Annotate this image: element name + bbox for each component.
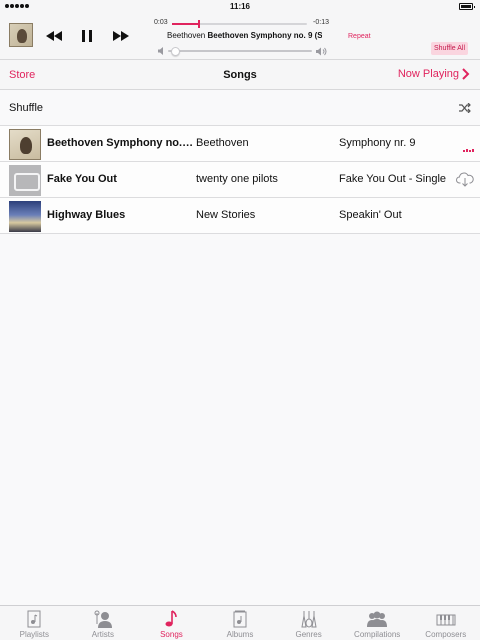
store-button[interactable]: Store xyxy=(9,69,35,81)
tab-label: Genres xyxy=(295,630,322,639)
remaining-time: -0:13 xyxy=(313,19,329,26)
albums-icon xyxy=(233,610,247,628)
tab-label: Songs xyxy=(160,630,183,639)
now-playing-label: Now Playing xyxy=(397,68,459,80)
tab-label: Composers xyxy=(425,630,467,639)
now-playing-indicator-icon xyxy=(463,136,474,152)
repeat-button[interactable]: Repeat xyxy=(348,33,371,40)
pause-icon xyxy=(82,30,92,42)
status-bar: 11:16 xyxy=(0,0,480,14)
song-title: Beethoven Symphony no. 9 (Scherzo) xyxy=(47,137,195,149)
song-row[interactable]: Highway Blues New Stories Speakin' Out xyxy=(0,198,480,234)
tab-artists[interactable]: Artists xyxy=(69,606,138,640)
song-artist: Beethoven xyxy=(196,137,249,149)
tab-bar: Playlists Artists Songs Albums Genres Co… xyxy=(0,605,480,640)
tab-albums[interactable]: Albums xyxy=(206,606,275,640)
music-note-icon xyxy=(165,610,178,627)
volume-low-icon xyxy=(158,47,163,55)
now-playing-song: Beethoven Symphony no. 9 (S xyxy=(207,31,323,40)
tab-songs[interactable]: Songs xyxy=(137,606,206,640)
song-title: Highway Blues xyxy=(47,209,126,221)
navigation-bar: Store Songs Now Playing xyxy=(0,59,480,90)
song-title: Fake You Out xyxy=(47,173,117,185)
album-art-thumbnail xyxy=(9,129,41,160)
tab-label: Playlists xyxy=(19,630,49,639)
tab-label: Compilations xyxy=(354,630,401,639)
song-album: Fake You Out - Single xyxy=(339,173,447,185)
scrubber[interactable]: 0:03 -0:13 xyxy=(154,18,329,30)
tab-label: Albums xyxy=(226,630,254,639)
volume-track[interactable] xyxy=(168,47,312,56)
chevron-right-icon xyxy=(462,68,470,80)
fast-forward-icon xyxy=(113,31,129,41)
genres-icon xyxy=(300,611,317,628)
fast-forward-button[interactable] xyxy=(112,29,130,43)
song-row[interactable]: Fake You Out twenty one pilots Fake You … xyxy=(0,162,480,198)
now-playing-artist: Beethoven xyxy=(167,31,206,40)
now-playing-button[interactable]: Now Playing xyxy=(398,68,470,80)
composers-icon xyxy=(436,614,456,626)
cloud-download-icon xyxy=(456,172,474,187)
song-album: Symphony nr. 9 xyxy=(339,137,416,149)
album-art-thumbnail xyxy=(9,201,41,232)
now-playing-album-art[interactable] xyxy=(9,23,33,47)
tab-label: Artists xyxy=(91,630,114,639)
rewind-icon xyxy=(46,31,62,41)
scrubber-head[interactable] xyxy=(198,20,200,28)
now-playing-bar: 0:03 -0:13 Beethoven Beethoven Symphony … xyxy=(0,14,480,59)
volume-slider[interactable] xyxy=(158,46,328,56)
now-playing-title: Beethoven Beethoven Symphony no. 9 (S xyxy=(167,31,322,43)
compilations-icon xyxy=(367,611,388,627)
shuffle-row[interactable]: Shuffle xyxy=(0,90,480,126)
status-time: 11:16 xyxy=(229,2,251,11)
shuffle-icon xyxy=(459,103,471,113)
tab-playlists[interactable]: Playlists xyxy=(0,606,69,640)
artists-icon xyxy=(94,610,112,628)
battery-icon xyxy=(459,3,475,10)
song-row[interactable]: Beethoven Symphony no. 9 (Scherzo) Beeth… xyxy=(0,126,480,162)
rewind-button[interactable] xyxy=(45,29,63,43)
song-list: Beethoven Symphony no. 9 (Scherzo) Beeth… xyxy=(0,126,480,234)
volume-high-icon xyxy=(316,47,327,56)
tab-composers[interactable]: Composers xyxy=(411,606,480,640)
cloud-download-button[interactable] xyxy=(456,172,474,193)
scrubber-track[interactable] xyxy=(172,20,307,28)
tab-compilations[interactable]: Compilations xyxy=(343,606,412,640)
elapsed-time: 0:03 xyxy=(154,19,168,26)
song-artist: twenty one pilots xyxy=(196,173,278,185)
shuffle-label: Shuffle xyxy=(9,102,44,114)
song-album: Speakin' Out xyxy=(339,209,402,221)
playlists-icon xyxy=(27,610,41,628)
volume-knob[interactable] xyxy=(171,47,181,56)
tab-genres[interactable]: Genres xyxy=(274,606,343,640)
album-art-thumbnail xyxy=(9,165,41,196)
shuffle-all-button[interactable]: Shuffle All xyxy=(431,42,469,55)
song-artist: New Stories xyxy=(196,209,256,221)
scrubber-played xyxy=(172,23,199,25)
pause-button[interactable] xyxy=(80,29,94,43)
